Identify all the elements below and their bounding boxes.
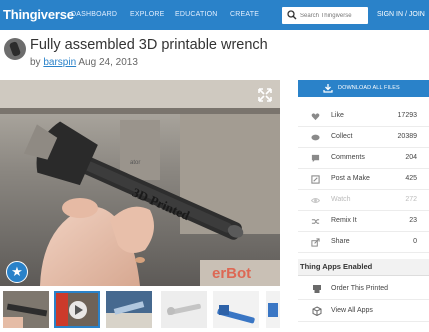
nav-create[interactable]: CREATE (230, 11, 259, 18)
app-order-printed[interactable]: Order This Printed (298, 278, 429, 300)
expand-icon[interactable] (257, 87, 273, 103)
stat-watch[interactable]: Watch 272 (298, 190, 429, 211)
collect-icon (311, 134, 320, 141)
byline: by barspin Aug 24, 2013 (30, 57, 138, 68)
top-navigation-bar: Thingiverse DASHBOARD EXPLORE EDUCATION … (0, 0, 429, 30)
make-icon (311, 175, 320, 184)
comment-icon (311, 154, 320, 163)
thumbnail-strip (0, 291, 290, 331)
stat-label: Watch (331, 196, 351, 203)
sign-in-join-link[interactable]: SIGN IN / JOIN (377, 11, 425, 18)
remix-icon (311, 219, 320, 224)
stat-value: 204 (405, 154, 417, 161)
svg-text:erBot: erBot (212, 265, 251, 282)
thumbnail-photo-3[interactable] (106, 291, 152, 328)
byline-by: by (30, 57, 41, 68)
heart-icon (311, 113, 320, 121)
stat-value: 0 (413, 238, 417, 245)
thumbnail-render-1[interactable] (161, 291, 207, 328)
thing-title: Fully assembled 3D printable wrench (30, 37, 268, 53)
download-all-files-button[interactable]: DOWNLOAD ALL FILES (298, 80, 429, 97)
cube-icon (312, 306, 322, 316)
eye-icon (311, 198, 320, 203)
nav-explore[interactable]: EXPLORE (130, 11, 164, 18)
download-icon (323, 84, 333, 93)
stat-collect[interactable]: Collect 20389 (298, 127, 429, 148)
svg-text:ator: ator (130, 160, 140, 166)
stat-label: Post a Make (331, 175, 370, 182)
search-icon (287, 10, 297, 20)
thumbnail-photo-1[interactable] (3, 291, 49, 328)
stat-label: Comments (331, 154, 365, 161)
featured-star-icon[interactable]: ★ (6, 261, 28, 283)
stat-label: Like (331, 112, 344, 119)
stat-label: Remix It (331, 217, 357, 224)
stat-share[interactable]: Share 0 (298, 232, 429, 253)
download-label: DOWNLOAD ALL FILES (338, 85, 400, 91)
stat-value: 425 (405, 175, 417, 182)
stat-value: 17293 (397, 112, 417, 119)
stat-value: 272 (405, 196, 417, 203)
app-view-all[interactable]: View All Apps (298, 300, 429, 322)
thumbnail-render-3[interactable] (266, 291, 280, 328)
thing-apps-heading: Thing Apps Enabled (298, 259, 429, 276)
share-icon (311, 238, 320, 247)
stat-value: 20389 (397, 133, 417, 140)
stat-label: Collect (331, 133, 353, 140)
author-link[interactable]: barspin (43, 57, 76, 68)
publish-date: Aug 24, 2013 (78, 57, 138, 68)
stat-like[interactable]: Like 17293 (298, 106, 429, 127)
app-label: Order This Printed (331, 285, 389, 292)
nav-dashboard[interactable]: DASHBOARD (71, 11, 117, 18)
thumbnail-render-2[interactable] (213, 291, 259, 328)
printer-icon (313, 285, 321, 293)
stat-label: Share (331, 238, 350, 245)
author-avatar[interactable] (4, 38, 26, 60)
search-box[interactable] (282, 7, 368, 24)
stat-comments[interactable]: Comments 204 (298, 148, 429, 169)
stat-post-a-make[interactable]: Post a Make 425 (298, 169, 429, 190)
app-label: View All Apps (331, 307, 373, 314)
stat-value: 23 (409, 217, 417, 224)
thingiverse-logo[interactable]: Thingiverse (3, 7, 74, 22)
main-photo[interactable]: erBot ator 3D Printed (0, 80, 280, 286)
search-input[interactable] (300, 9, 366, 22)
thumbnail-video[interactable] (54, 291, 100, 328)
nav-education[interactable]: EDUCATION (175, 11, 218, 18)
stat-remix-it[interactable]: Remix It 23 (298, 211, 429, 232)
